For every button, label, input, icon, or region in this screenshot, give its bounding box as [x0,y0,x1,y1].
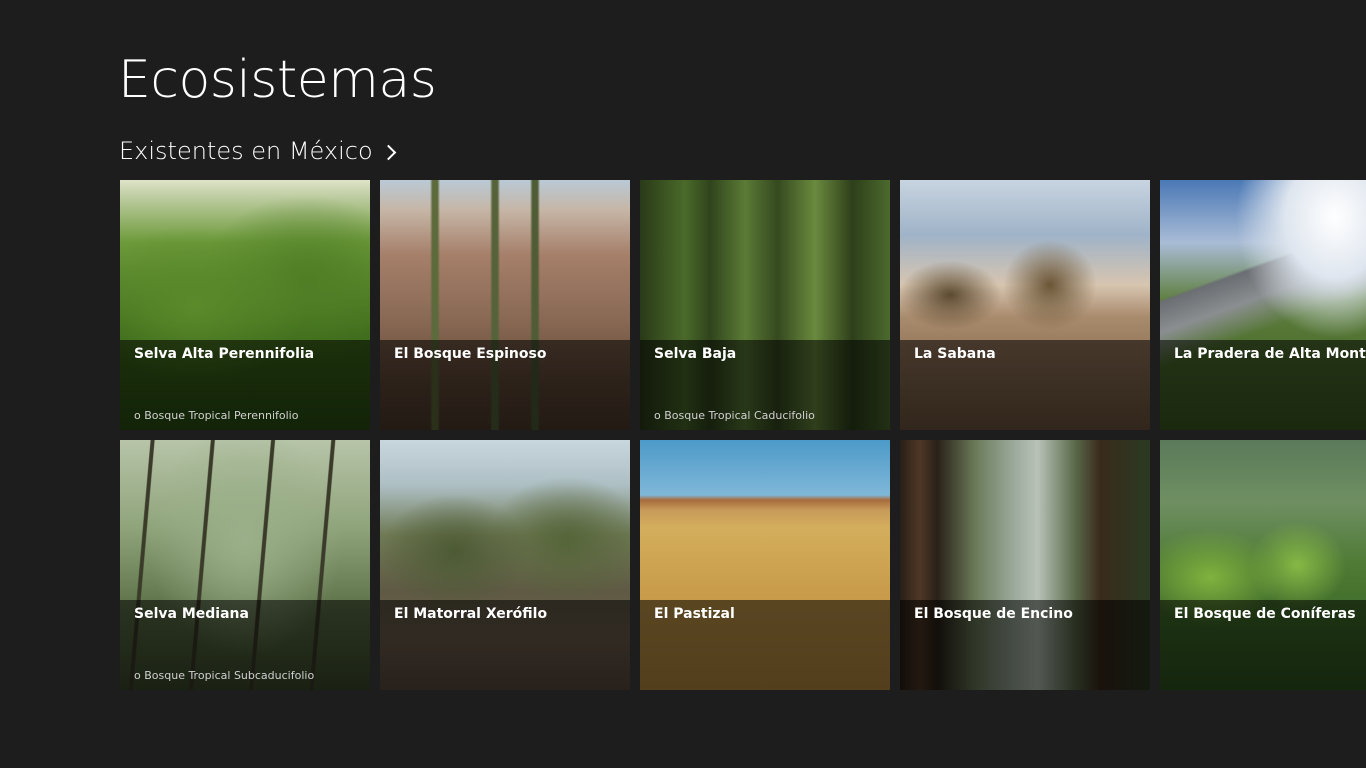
tile-selva-baja[interactable]: Selva Baja o Bosque Tropical Caducifolio [640,180,890,430]
tile-title: El Bosque de Coníferas [1174,606,1356,622]
chevron-right-icon [380,144,396,160]
tile-bosque-de-encino[interactable]: El Bosque de Encino [900,440,1150,690]
tile-pradera-alta-montana[interactable]: La Pradera de Alta Montaña [1160,180,1366,430]
section-title: Existentes en México [119,137,373,165]
tile-title: Selva Baja [654,346,737,362]
tile-title: El Pastizal [654,606,735,622]
tile-title: Selva Mediana [134,606,249,622]
tile-title: La Sabana [914,346,996,362]
tile-title: El Bosque Espinoso [394,346,547,362]
tile-title: La Pradera de Alta Montaña [1174,346,1366,362]
tile-matorral-xerofilo[interactable]: El Matorral Xerófilo [380,440,630,690]
tile-selva-alta-perennifolia[interactable]: Selva Alta Perennifolia o Bosque Tropica… [120,180,370,430]
tile-la-sabana[interactable]: La Sabana [900,180,1150,430]
app-page: Ecosistemas Existentes en México Selva A… [0,0,1366,768]
tile-selva-mediana[interactable]: Selva Mediana o Bosque Tropical Subcaduc… [120,440,370,690]
tile-title: Selva Alta Perennifolia [134,346,315,362]
ecosystem-grid: Selva Alta Perennifolia o Bosque Tropica… [120,180,1366,690]
tile-subtitle: o Bosque Tropical Caducifolio [654,409,815,422]
page-title: Ecosistemas [118,50,437,110]
tile-bosque-espinoso[interactable]: El Bosque Espinoso [380,180,630,430]
tile-bosque-de-coniferas[interactable]: El Bosque de Coníferas [1160,440,1366,690]
tile-subtitle: o Bosque Tropical Subcaducifolio [134,669,315,682]
tile-title: El Bosque de Encino [914,606,1073,622]
tile-title: El Matorral Xerófilo [394,606,548,622]
section-header-link[interactable]: Existentes en México [119,134,396,168]
tile-subtitle: o Bosque Tropical Perennifolio [134,409,299,422]
tile-el-pastizal[interactable]: El Pastizal [640,440,890,690]
